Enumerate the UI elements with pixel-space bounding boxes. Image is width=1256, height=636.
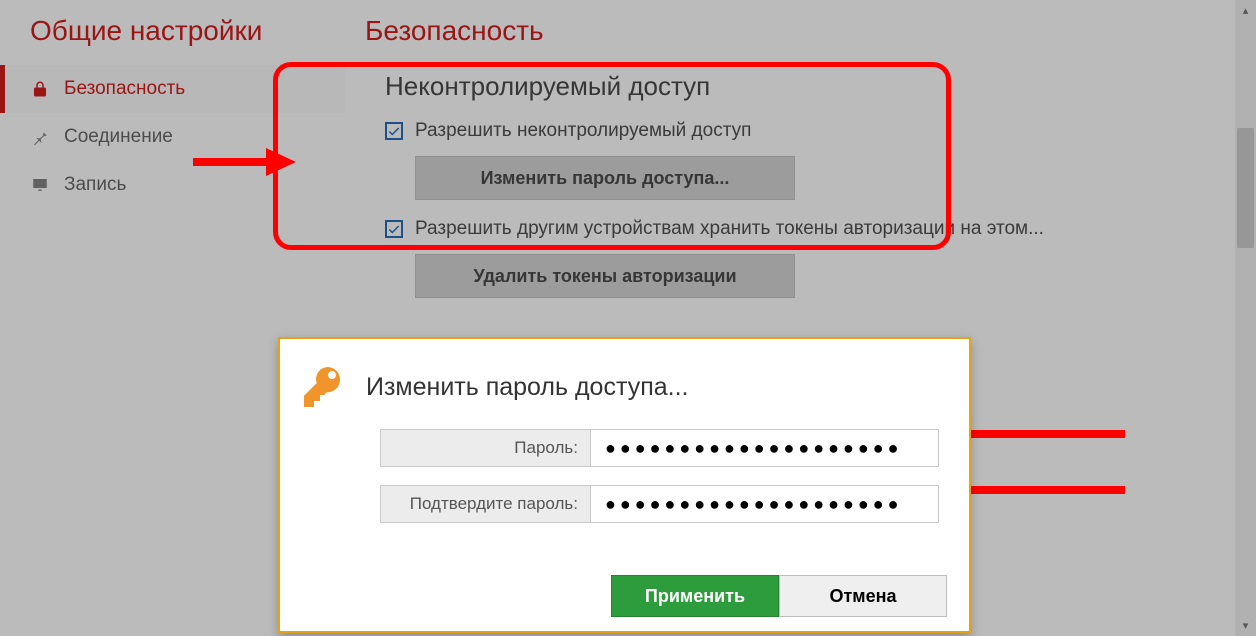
confirm-label: Подтвердите пароль: — [380, 485, 590, 523]
dialog-footer: Применить Отмена — [611, 575, 947, 617]
password-input[interactable] — [590, 429, 939, 467]
apply-button[interactable]: Применить — [611, 575, 779, 617]
app-window: Общие настройки Безопасность Соединение … — [0, 0, 1256, 636]
change-password-dialog: Изменить пароль доступа... Пароль: Подтв… — [278, 337, 971, 633]
dialog-title: Изменить пароль доступа... — [366, 373, 688, 402]
password-row: Пароль: — [380, 429, 939, 467]
password-label: Пароль: — [380, 429, 590, 467]
key-icon — [300, 363, 348, 411]
confirm-row: Подтвердите пароль: — [380, 485, 939, 523]
cancel-button[interactable]: Отмена — [779, 575, 947, 617]
confirm-input[interactable] — [590, 485, 939, 523]
dialog-header: Изменить пароль доступа... — [280, 339, 969, 421]
